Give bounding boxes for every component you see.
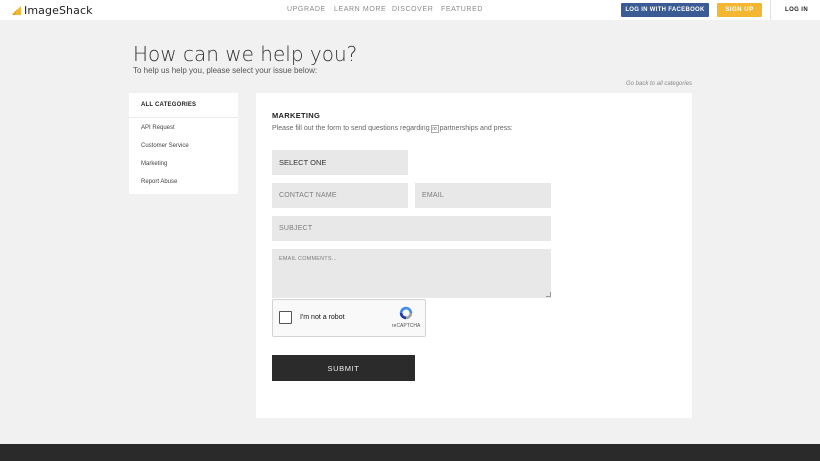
recaptcha-brand: reCAPTCHA bbox=[392, 323, 421, 329]
resize-handle[interactable] bbox=[546, 292, 551, 297]
nav-upgrade[interactable]: UPGRADE bbox=[287, 6, 326, 13]
facebook-login-button[interactable]: LOG IN WITH FACEBOOK bbox=[621, 3, 709, 17]
form-description-start: Please fill out the form to send questio… bbox=[272, 125, 430, 132]
sidebar-heading[interactable]: ALL CATEGORIES bbox=[141, 102, 196, 108]
imageshack-logo-icon bbox=[12, 6, 21, 15]
signup-button[interactable]: SIGN UP bbox=[717, 3, 762, 17]
form-description: Please fill out the form to send questio… bbox=[272, 125, 513, 133]
page-subtitle: To help us help you, please select your … bbox=[133, 66, 318, 75]
login-button[interactable]: LOG IN bbox=[785, 7, 808, 13]
nav-featured[interactable]: FEATURED bbox=[441, 6, 483, 13]
submit-button[interactable]: SUBMIT bbox=[272, 355, 415, 381]
sidebar-divider bbox=[129, 117, 238, 118]
form-title: MARKETING bbox=[272, 111, 321, 120]
form-description-end: partnerships and press: bbox=[439, 125, 513, 132]
sidebar-item-customer-service[interactable]: Customer Service bbox=[141, 143, 189, 149]
category-select[interactable]: SELECT ONE bbox=[272, 150, 408, 175]
subject-input[interactable] bbox=[272, 216, 551, 241]
header-divider bbox=[770, 0, 771, 20]
back-to-categories-link[interactable]: Go back to all categories bbox=[626, 81, 692, 87]
nav-learn-more[interactable]: LEARN MORE bbox=[334, 6, 386, 13]
nav-discover[interactable]: DISCOVER bbox=[392, 6, 433, 13]
missing-glyph-icon: ⌧ bbox=[430, 125, 439, 133]
recaptcha-widget: I'm not a robot reCAPTCHA bbox=[272, 299, 426, 337]
contact-name-input[interactable] bbox=[272, 183, 408, 208]
top-bar: ImageShack UPGRADE LEARN MORE DISCOVER F… bbox=[0, 0, 820, 20]
contact-form-panel: MARKETING Please fill out the form to se… bbox=[256, 93, 692, 418]
category-sidebar: ALL CATEGORIES API Request Customer Serv… bbox=[129, 93, 238, 194]
logo-text: ImageShack bbox=[24, 4, 93, 17]
recaptcha-checkbox[interactable] bbox=[279, 311, 292, 324]
sidebar-item-report-abuse[interactable]: Report Abuse bbox=[141, 179, 177, 185]
recaptcha-label: I'm not a robot bbox=[300, 314, 345, 321]
footer bbox=[0, 444, 820, 461]
page-title: How can we help you? bbox=[133, 42, 358, 66]
sidebar-item-marketing[interactable]: Marketing bbox=[141, 161, 167, 167]
recaptcha-logo-icon bbox=[399, 306, 413, 320]
email-input[interactable] bbox=[415, 183, 551, 208]
sidebar-item-api-request[interactable]: API Request bbox=[141, 125, 175, 131]
logo[interactable]: ImageShack bbox=[12, 4, 93, 17]
comments-textarea[interactable] bbox=[272, 249, 551, 298]
